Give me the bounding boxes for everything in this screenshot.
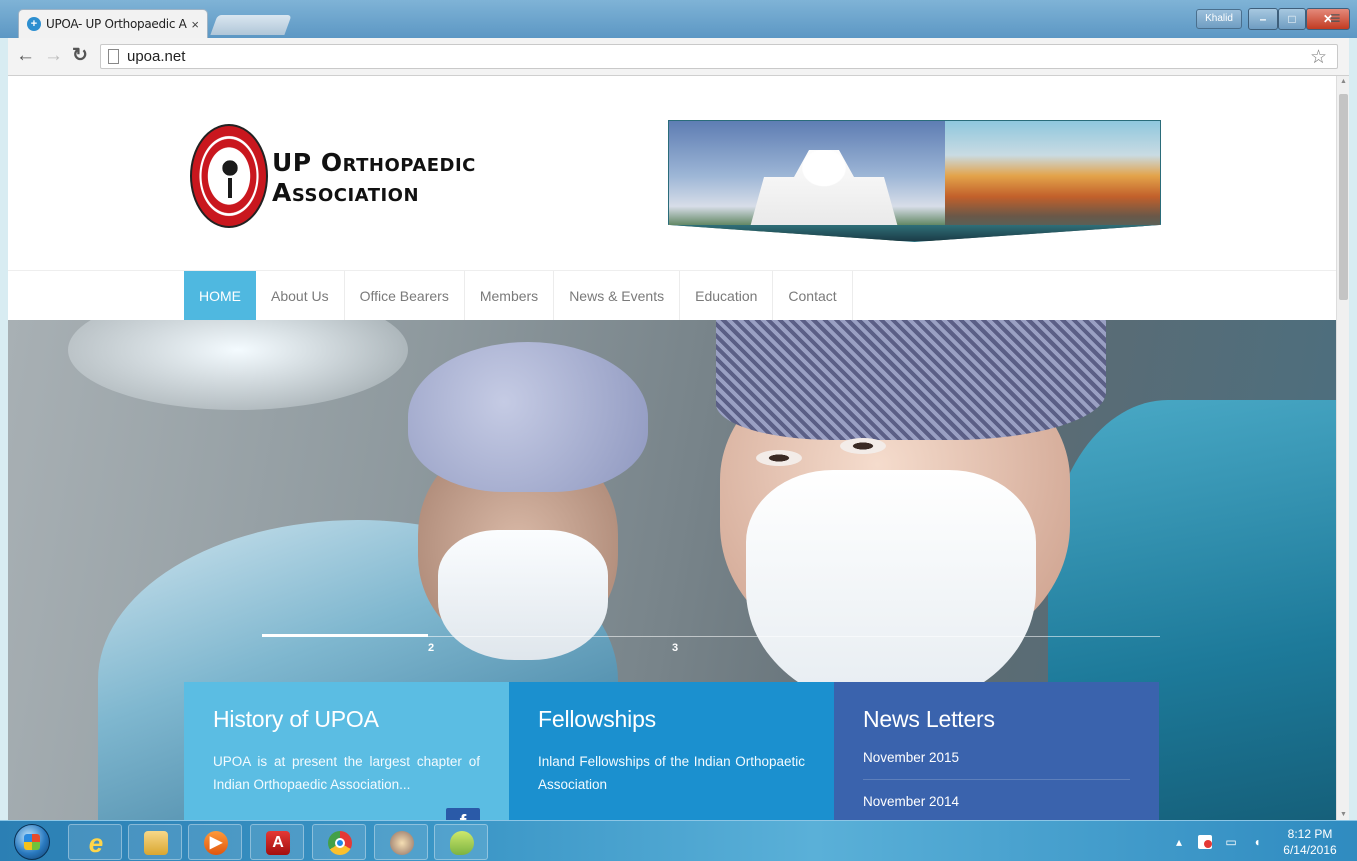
leaf-app-button[interactable] (434, 824, 488, 860)
history-text: UPOA is at present the largest chapter o… (213, 754, 480, 792)
back-arrow-icon[interactable]: ← (16, 45, 35, 67)
newsletter-link[interactable]: November 2015 (863, 750, 1130, 780)
fellowships-title[interactable]: Fellowships (538, 706, 805, 733)
minimize-button[interactable]: – (1248, 8, 1278, 30)
nav-item-home[interactable]: HOME (184, 271, 256, 321)
pdf-icon: A (266, 831, 290, 855)
taskbar-clock[interactable]: 8:12 PM 6/14/2016 (1270, 826, 1350, 858)
slide-indicator-3[interactable]: 3 (672, 642, 678, 654)
tab-title: UPOA- UP Orthopaedic A (46, 17, 187, 31)
surgical-light (68, 320, 408, 410)
newsletter-link[interactable]: November 2014 (863, 794, 1130, 820)
hero-slider: 2 3 History of UPOA UPOA is at present t… (8, 320, 1336, 820)
nav-item-news-events[interactable]: News & Events (554, 271, 681, 321)
nav-item-education[interactable]: Education (680, 271, 774, 321)
facebook-icon[interactable]: f (446, 808, 480, 820)
show-hidden-icons-icon[interactable]: ▴ (1172, 835, 1186, 849)
chrome-icon (328, 831, 352, 855)
scroll-up-icon[interactable]: ▲ (1337, 78, 1350, 85)
logo-line-2: Association (272, 178, 420, 207)
slider-progress (262, 634, 428, 637)
action-center-flag-icon[interactable] (1198, 835, 1212, 849)
internet-explorer-icon: e (88, 828, 104, 858)
file-explorer-button[interactable] (128, 824, 182, 860)
clock-time: 8:12 PM (1287, 827, 1333, 841)
clock-app-icon (390, 831, 414, 855)
media-player-icon: ▶ (204, 831, 228, 855)
page-viewport: UP Orthopaedic Association HOME About Us… (8, 76, 1336, 820)
site-favicon-icon: + (27, 17, 41, 31)
windows-logo-icon (24, 834, 40, 850)
newsletters-box: News Letters November 2015 November 2014 (834, 682, 1159, 820)
slide-indicator-2[interactable]: 2 (428, 642, 434, 654)
profile-button[interactable]: Khalid (1196, 9, 1242, 29)
logo-line-1: UP Orthopaedic (272, 148, 476, 177)
history-title[interactable]: History of UPOA (213, 706, 480, 733)
network-icon[interactable]: ▭ (1224, 835, 1238, 849)
reload-icon[interactable]: ↻ (72, 45, 88, 67)
taskbar: e ▶ A ▴ ▭ ◖ 8:12 PM 6/14/2016 (0, 820, 1357, 861)
new-tab-button[interactable] (210, 15, 292, 35)
close-window-button[interactable]: ✕ (1306, 8, 1350, 30)
browser-titlebar: + UPOA- UP Orthopaedic A × Khalid – □ ✕ (0, 0, 1357, 38)
scrollbar-thumb[interactable] (1339, 94, 1348, 300)
nav-item-office-bearers[interactable]: Office Bearers (345, 271, 465, 321)
upoa-seal-logo[interactable] (190, 124, 268, 228)
maximize-button[interactable]: □ (1278, 8, 1306, 30)
media-player-button[interactable]: ▶ (188, 824, 242, 860)
newsletters-title[interactable]: News Letters (863, 706, 1130, 733)
main-nav: HOME About Us Office Bearers Members New… (8, 270, 1336, 321)
system-tray: ▴ ▭ ◖ (1172, 831, 1264, 853)
menu-icon[interactable]: ≡ (1330, 8, 1341, 29)
nav-item-about-us[interactable]: About Us (256, 271, 345, 321)
fellowships-box: Fellowships Inland Fellowships of the In… (509, 682, 834, 820)
volume-icon[interactable]: ◖ (1250, 835, 1264, 849)
surgeon-cap (408, 342, 648, 492)
history-box: History of UPOA UPOA is at present the l… (184, 682, 509, 820)
nav-item-members[interactable]: Members (465, 271, 555, 321)
surgeon-mask (438, 530, 608, 660)
forward-arrow-icon[interactable]: → (44, 45, 63, 67)
leaf-app-icon (450, 831, 474, 855)
browser-tab[interactable]: + UPOA- UP Orthopaedic A × (18, 9, 208, 38)
page-icon (108, 49, 119, 64)
clock-app-button[interactable] (374, 824, 428, 860)
bookmark-star-icon[interactable]: ☆ (1310, 46, 1327, 69)
fellowships-text: Inland Fellowships of the Indian Orthopa… (538, 754, 805, 792)
internet-explorer-button[interactable]: e (68, 824, 122, 860)
scroll-down-icon[interactable]: ▼ (1337, 811, 1350, 818)
header-banner-image (668, 120, 1161, 242)
browser-toolbar: ← → ↻ upoa.net ☆ (8, 38, 1349, 76)
address-bar[interactable]: upoa.net ☆ (100, 44, 1338, 69)
chrome-button[interactable] (312, 824, 366, 860)
folder-icon (144, 831, 168, 855)
adobe-reader-button[interactable]: A (250, 824, 304, 860)
ghats-image (945, 121, 1160, 241)
start-button[interactable] (14, 824, 50, 860)
site-logo-text[interactable]: UP Orthopaedic Association (272, 148, 572, 208)
clock-date: 6/14/2016 (1283, 843, 1337, 857)
page-scrollbar[interactable]: ▲ ▼ (1336, 76, 1349, 820)
nav-item-contact[interactable]: Contact (773, 271, 853, 321)
tab-close-icon[interactable]: × (191, 17, 199, 32)
url-text[interactable]: upoa.net (127, 48, 185, 65)
